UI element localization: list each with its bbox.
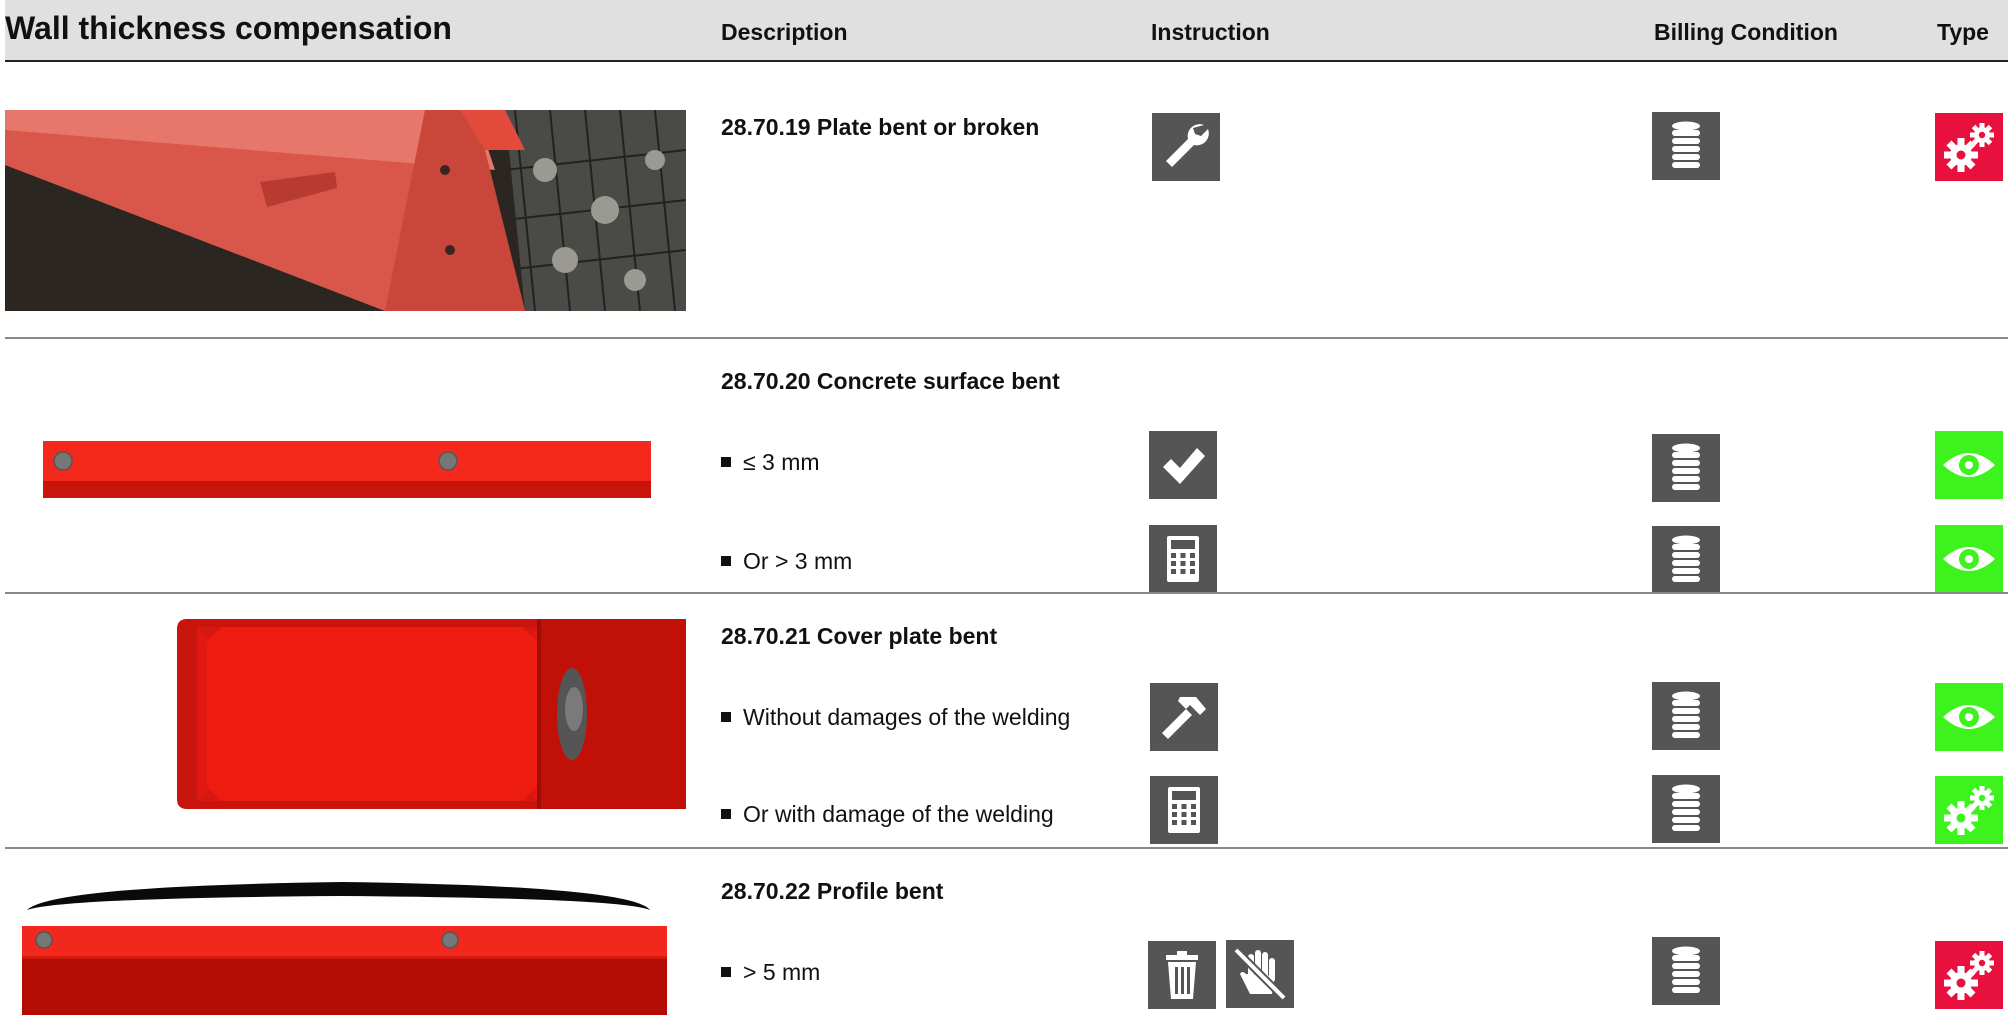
sub-item-text: Or > 3 mm	[743, 548, 853, 574]
cover-plate-image	[177, 619, 686, 809]
bullet	[721, 966, 731, 977]
coin-stack-icon	[1652, 112, 1720, 180]
eye-icon	[1935, 431, 2003, 499]
table-header: Wall thickness compensation Description …	[5, 0, 2008, 62]
sub-item-label: Or with damage of the welding	[721, 801, 1054, 828]
row-divider	[5, 592, 2008, 594]
coin-stack-icon	[1652, 775, 1720, 843]
column-header-billing: Billing Condition	[1654, 19, 1838, 45]
wrench-icon[interactable]	[1152, 113, 1220, 181]
row-divider	[5, 337, 2008, 339]
concrete-surface-beam-image	[41, 441, 653, 498]
hammer-icon[interactable]	[1150, 683, 1218, 751]
gears-icon	[1935, 776, 2003, 844]
trash-icon[interactable]	[1148, 941, 1216, 1009]
gears-icon	[1935, 941, 2003, 1009]
gears-icon	[1935, 113, 2003, 181]
column-header-type: Type	[1937, 19, 1989, 45]
plate-bent-photo	[5, 110, 686, 311]
bullet	[721, 555, 731, 566]
sub-item-text: Or with damage of the welding	[743, 801, 1054, 827]
sub-item-label: Or > 3 mm	[721, 548, 852, 575]
eye-icon	[1935, 683, 2003, 751]
coin-stack-icon	[1652, 434, 1720, 502]
bullet	[721, 711, 731, 722]
coin-stack-icon	[1652, 682, 1720, 750]
item-title: 28.70.21 Cover plate bent	[721, 623, 998, 649]
coin-stack-icon	[1652, 526, 1720, 594]
calculator-icon[interactable]	[1149, 525, 1217, 593]
column-header-description: Description	[721, 19, 848, 45]
checkmark-icon[interactable]	[1149, 431, 1217, 499]
sub-item-text: Without damages of the welding	[743, 704, 1071, 730]
page-title: Wall thickness compensation	[5, 10, 452, 46]
item-title: 28.70.20 Concrete surface bent	[721, 368, 1060, 394]
bullet	[721, 456, 731, 467]
sub-item-text: > 5 mm	[743, 959, 821, 985]
sub-item-label: ≤ 3 mm	[721, 449, 820, 476]
bullet	[721, 808, 731, 819]
column-header-instruction: Instruction	[1151, 19, 1270, 45]
sub-item-text: ≤ 3 mm	[743, 449, 820, 475]
calculator-icon[interactable]	[1150, 776, 1218, 844]
no-touch-hand-icon[interactable]	[1226, 940, 1294, 1008]
eye-icon	[1935, 525, 2003, 593]
coin-stack-icon	[1652, 937, 1720, 1005]
sub-item-label: Without damages of the welding	[721, 704, 1070, 731]
item-title: 28.70.19 Plate bent or broken	[721, 114, 1040, 140]
profile-bent-image	[22, 876, 667, 1015]
item-title: 28.70.22 Profile bent	[721, 878, 944, 904]
row-divider	[5, 847, 2008, 849]
sub-item-label: > 5 mm	[721, 959, 820, 986]
